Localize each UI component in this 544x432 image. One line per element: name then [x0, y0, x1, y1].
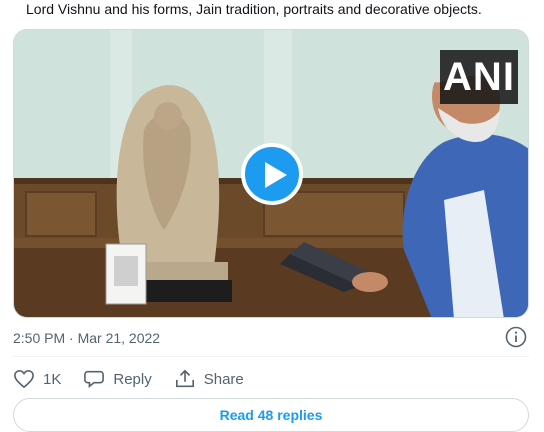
heart-icon — [14, 369, 34, 389]
divider — [13, 356, 529, 357]
tweet-text: Lord Vishnu and his forms, Jain traditio… — [26, 1, 482, 17]
like-button[interactable]: 1K — [13, 369, 61, 389]
reply-button[interactable]: Reply — [83, 369, 152, 389]
tweet-actions: 1K Reply Share — [13, 366, 266, 392]
info-icon[interactable] — [505, 326, 527, 348]
play-button[interactable] — [241, 143, 303, 205]
like-count: 1K — [43, 370, 62, 388]
share-icon — [175, 369, 194, 388]
share-button[interactable]: Share — [174, 369, 244, 389]
reply-icon — [84, 370, 105, 388]
share-label: Share — [203, 370, 244, 388]
read-replies-button[interactable]: Read 48 replies — [13, 398, 529, 432]
tweet-timestamp[interactable]: 2:50 PM · Mar 21, 2022 — [13, 330, 160, 346]
tweet-video[interactable]: ANI — [13, 29, 529, 318]
ani-watermark: ANI — [440, 50, 518, 104]
reply-label: Reply — [113, 370, 152, 388]
play-icon — [265, 162, 287, 188]
